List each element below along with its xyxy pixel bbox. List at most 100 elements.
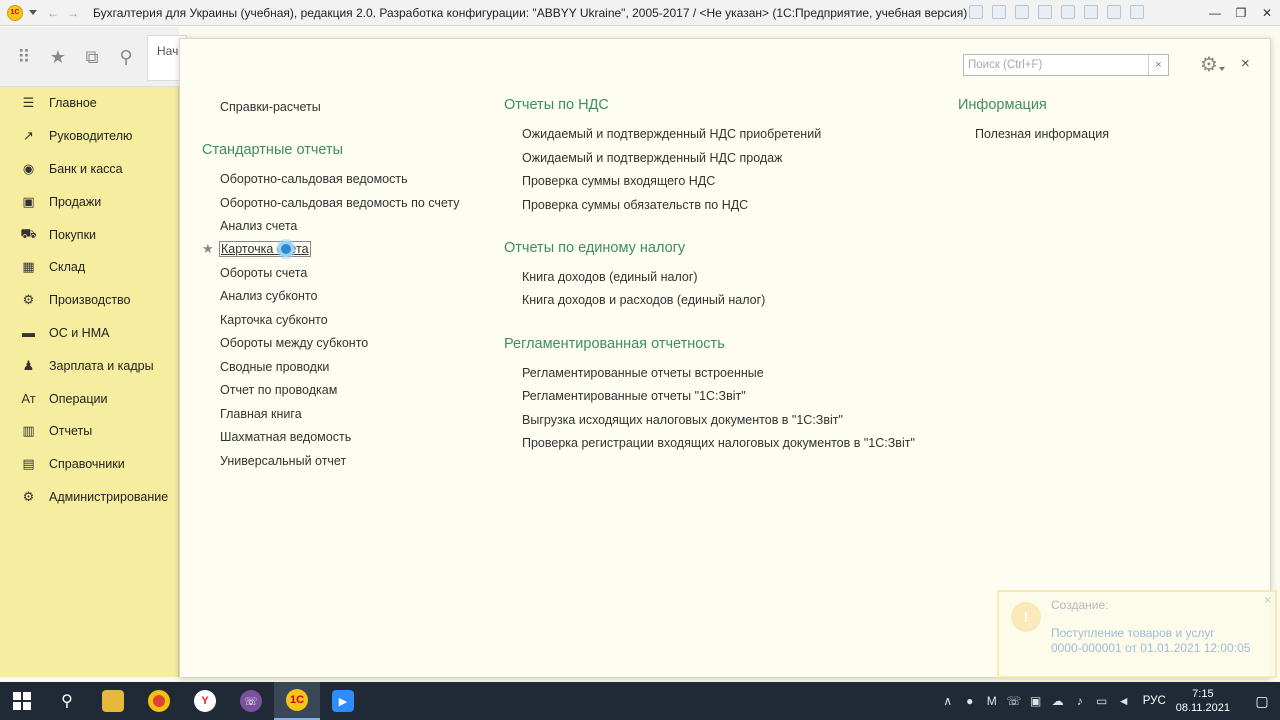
app-menu-caret-icon[interactable] (29, 10, 37, 15)
sidebar-item-main[interactable]: ☰ Главное (0, 87, 178, 120)
cloud-icon[interactable]: ☁ (1047, 694, 1069, 708)
taskbar-1c[interactable]: 1С (274, 682, 320, 720)
toolbar-icon-2[interactable] (992, 5, 1006, 19)
report-link[interactable]: Отчет по проводкам (220, 383, 337, 397)
microphone-icon[interactable]: ● (959, 694, 981, 708)
toolbar-icon-3[interactable] (1015, 5, 1029, 19)
search-icon[interactable]: ⚲ (116, 47, 136, 67)
toolbar-icon-6[interactable] (1084, 5, 1098, 19)
report-link[interactable]: Книга доходов и расходов (единый налог) (522, 293, 765, 307)
gear-icon: ⚙ (22, 488, 35, 504)
viber-tray-icon[interactable]: ☏ (1003, 694, 1025, 708)
minimize-icon[interactable]: — (1202, 0, 1228, 26)
sidebar-item-purchases[interactable]: ⛟ Покупки (0, 218, 178, 251)
settings-gear-icon[interactable]: ⚙ (1200, 52, 1218, 77)
action-center-icon[interactable]: ▢ (1244, 693, 1280, 710)
zoom-tray-icon[interactable]: ▣ (1025, 694, 1047, 708)
report-link[interactable]: Оборотно-сальдовая ведомость по счету (220, 196, 460, 210)
taskbar-zoom[interactable]: ▶ (320, 682, 366, 720)
toolbar-icon-4[interactable] (1038, 5, 1052, 19)
m-app-icon[interactable]: M (981, 694, 1003, 708)
report-link[interactable]: Выгрузка исходящих налоговых документов … (522, 413, 843, 427)
link-spravki-rascheti[interactable]: Справки-расчеты (220, 100, 321, 114)
report-link[interactable]: Книга доходов (единый налог) (522, 270, 698, 284)
report-link[interactable]: Ожидаемый и подтвержденный НДС приобрете… (522, 127, 821, 141)
report-link[interactable]: Полезная информация (975, 127, 1109, 141)
report-link[interactable]: Шахматная ведомость (220, 430, 351, 444)
favorites-star-icon[interactable]: ★ (48, 47, 68, 67)
notification-close-button[interactable]: × (1264, 593, 1271, 607)
toolbar-icon-1[interactable] (969, 5, 983, 19)
close-window-icon[interactable]: ✕ (1254, 0, 1280, 26)
speaker-mute-icon[interactable]: ◄ (1113, 694, 1135, 708)
info-bulb-icon: ! (1011, 602, 1041, 632)
section-title-vat: Отчеты по НДС (504, 97, 609, 113)
app-logo[interactable]: 1С (7, 4, 23, 21)
taskbar-chrome[interactable] (136, 682, 182, 720)
report-link[interactable]: Сводные проводки (220, 360, 329, 374)
search-input[interactable] (964, 55, 1148, 75)
sidebar-item-manager[interactable]: ↗ Руководителю (0, 120, 178, 153)
report-link[interactable]: Ожидаемый и подтвержденный НДС продаж (522, 151, 782, 165)
back-arrow-icon[interactable]: ← (47, 6, 59, 20)
windows-start-button[interactable] (0, 682, 44, 720)
apps-grid-icon[interactable]: ⠿ (14, 47, 34, 67)
sidebar-item-admin[interactable]: ⚙ Администрирование (0, 481, 178, 514)
report-link[interactable]: Обороты между субконто (220, 336, 368, 350)
sidebar-item-operations[interactable]: Ат Операции (0, 382, 178, 415)
report-link[interactable]: Анализ субконто (220, 289, 317, 303)
report-link[interactable]: Универсальный отчет (220, 454, 346, 468)
favorite-star-icon[interactable]: ★ (202, 241, 214, 257)
report-link[interactable]: Обороты счета (220, 266, 307, 280)
taskbar-explorer[interactable] (90, 682, 136, 720)
viber-icon: ☏ (240, 690, 262, 712)
report-link[interactable]: Регламентированные отчеты "1С:Звіт" (522, 389, 746, 403)
language-indicator[interactable]: РУС (1143, 695, 1166, 707)
sidebar-item-bank[interactable]: ◉ Банк и касса (0, 153, 178, 186)
panel-close-button[interactable]: × (1241, 55, 1250, 72)
notification-popup[interactable]: ! Создание: Поступление товаров и услуг … (997, 590, 1277, 678)
taskbar-yandex[interactable]: Y (182, 682, 228, 720)
folder-icon (102, 690, 124, 712)
toolbar-icon-7[interactable] (1107, 5, 1121, 19)
notification-link[interactable]: Поступление товаров и услуг (1051, 626, 1215, 640)
sidebar-item-reports[interactable]: ▥ Отчеты (0, 415, 178, 448)
volume-icon[interactable]: ♪ (1069, 694, 1091, 708)
section-title-single-tax: Отчеты по единому налогу (504, 240, 686, 256)
report-link[interactable]: Регламентированные отчеты встроенные (522, 366, 764, 380)
settings-caret-icon[interactable] (1219, 67, 1225, 71)
sidebar-item-production[interactable]: ⚙ Производство (0, 284, 178, 317)
show-hidden-icons-icon[interactable]: ∧ (937, 694, 959, 708)
toolbar-icon-8[interactable] (1130, 5, 1144, 19)
sidebar-item-sales[interactable]: ▣ Продажи (0, 185, 178, 218)
report-link[interactable]: Оборотно-сальдовая ведомость (220, 172, 408, 186)
report-link[interactable]: Проверка суммы обязательств по НДС (522, 198, 748, 212)
report-link[interactable]: Проверка суммы входящего НДС (522, 174, 715, 188)
forward-arrow-icon[interactable]: → (67, 6, 79, 20)
report-link[interactable]: Карточка субконто (220, 313, 328, 327)
network-icon[interactable]: ▭ (1091, 694, 1113, 708)
restore-icon[interactable]: ❐ (1228, 0, 1254, 26)
sidebar-item-directories[interactable]: ▤ Справочники (0, 448, 178, 481)
toolbar-icon-5[interactable] (1061, 5, 1075, 19)
sidebar-item-payroll[interactable]: ♟ Зарплата и кадры (0, 349, 178, 382)
report-link[interactable]: Анализ счета (220, 219, 297, 233)
report-link-selected[interactable]: Карточка счета (219, 241, 311, 257)
notification-title: Создание: (1051, 598, 1109, 612)
zoom-icon: ▶ (332, 690, 354, 712)
factory-icon: ⚙ (22, 292, 35, 308)
clock[interactable]: 7:15 08.11.2021 (1176, 687, 1230, 715)
chrome-icon (148, 690, 170, 712)
history-icon[interactable]: ⧉ (82, 47, 102, 67)
person-icon: ♟ (22, 357, 35, 373)
windows-taskbar: ⚲ Y ☏ 1С ▶ ∧ ● M ☏ ▣ ☁ ♪ ▭ ◄ РУС 7:15 08… (0, 682, 1280, 720)
report-link[interactable]: Главная книга (220, 407, 302, 421)
sidebar-item-warehouse[interactable]: ▦ Склад (0, 251, 178, 284)
sidebar-item-fixed-assets[interactable]: ▬ ОС и НМА (0, 317, 178, 350)
report-link[interactable]: Проверка регистрации входящих налоговых … (522, 436, 915, 450)
notification-doc-link[interactable]: 0000-000001 от 01.01.2021 12:00:05 (1051, 641, 1250, 655)
taskbar-search-button[interactable]: ⚲ (44, 682, 90, 720)
taskbar-viber[interactable]: ☏ (228, 682, 274, 720)
search-clear-button[interactable]: × (1148, 55, 1168, 75)
reports-panel: × ⚙ × Справки-расчеты Стандартные отчеты… (179, 38, 1271, 678)
